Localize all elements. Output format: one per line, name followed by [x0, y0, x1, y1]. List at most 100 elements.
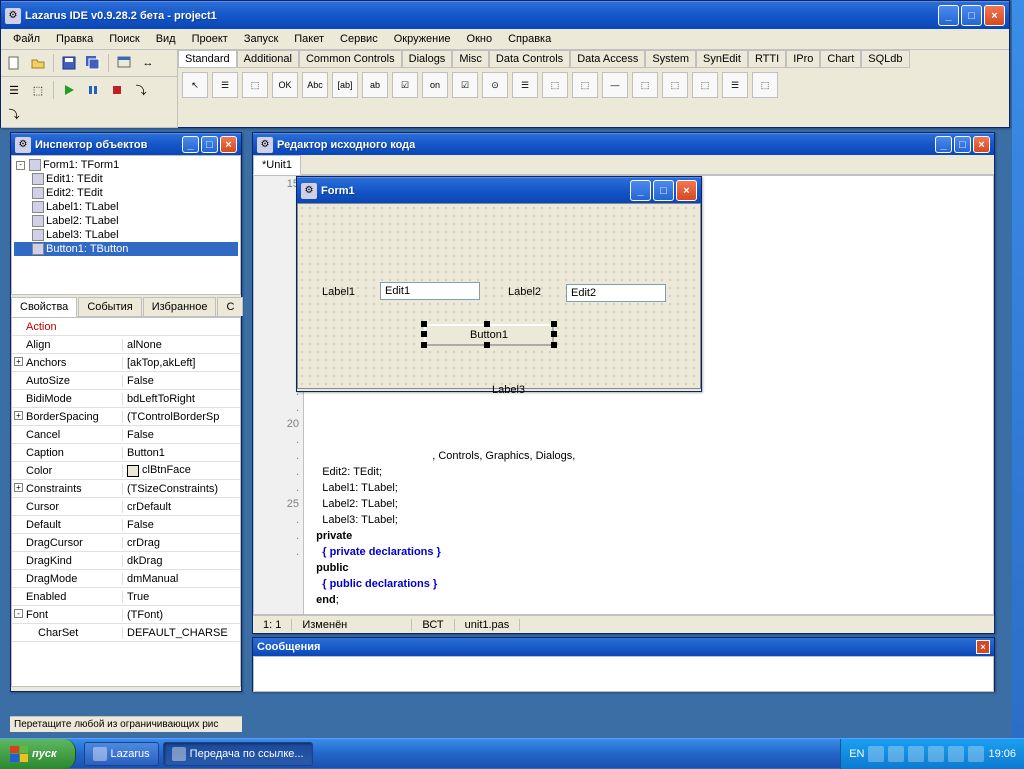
messages-list[interactable]	[253, 656, 994, 692]
design-edit1[interactable]: Edit1	[380, 282, 480, 300]
component-button[interactable]: ⊙	[482, 72, 508, 98]
component-button[interactable]: ☑	[392, 72, 418, 98]
selection-handle[interactable]	[551, 342, 557, 348]
menu-справка[interactable]: Справка	[500, 31, 559, 47]
property-row[interactable]: +Anchors[akTop,akLeft]	[12, 354, 240, 372]
property-row[interactable]: DragKinddkDrag	[12, 552, 240, 570]
editor-minimize-button[interactable]: _	[935, 136, 952, 153]
inspector-maximize-button[interactable]: □	[201, 136, 218, 153]
save-button[interactable]	[58, 52, 80, 74]
component-button[interactable]: ☰	[722, 72, 748, 98]
selection-handle[interactable]	[421, 321, 427, 327]
inspector-titlebar[interactable]: ⚙ Инспектор объектов _ □ ×	[11, 133, 241, 155]
editor-maximize-button[interactable]: □	[954, 136, 971, 153]
new-form-button[interactable]	[113, 52, 135, 74]
palette-tab[interactable]: Misc	[452, 50, 489, 68]
component-button[interactable]: ☑	[452, 72, 478, 98]
system-tray[interactable]: EN 19:06	[840, 739, 1024, 769]
component-button[interactable]: ⬚	[632, 72, 658, 98]
form-maximize-button[interactable]: □	[653, 180, 674, 201]
view-forms-button[interactable]: ⬚	[27, 79, 49, 101]
menu-запуск[interactable]: Запуск	[236, 31, 286, 47]
language-indicator[interactable]: EN	[849, 748, 864, 760]
component-button[interactable]: OK	[272, 72, 298, 98]
editor-close-button[interactable]: ×	[973, 136, 990, 153]
palette-tab[interactable]: SQLdb	[861, 50, 909, 68]
tree-item[interactable]: Label1: TLabel	[14, 200, 238, 214]
property-row[interactable]: BidiModebdLeftToRight	[12, 390, 240, 408]
property-row[interactable]: +Constraints(TSizeConstraints)	[12, 480, 240, 498]
editor-titlebar[interactable]: ⚙ Редактор исходного кода _ □ ×	[253, 133, 994, 155]
selection-handle[interactable]	[551, 321, 557, 327]
tree-item[interactable]: -Form1: TForm1	[14, 158, 238, 172]
maximize-button[interactable]: □	[961, 5, 982, 26]
inspector-tab[interactable]: С	[217, 297, 243, 316]
palette-tab[interactable]: IPro	[786, 50, 820, 68]
start-button[interactable]: пуск	[0, 739, 76, 769]
tree-item[interactable]: Label2: TLabel	[14, 214, 238, 228]
form-design-surface[interactable]: Label1 Edit1 Label2 Edit2 Button1 Label3	[297, 203, 701, 389]
inspector-minimize-button[interactable]: _	[182, 136, 199, 153]
component-button[interactable]: ☰	[212, 72, 238, 98]
tree-item[interactable]: Button1: TButton	[14, 242, 238, 256]
view-units-button[interactable]: ☰	[3, 79, 25, 101]
palette-tab[interactable]: Data Controls	[489, 50, 570, 68]
pause-button[interactable]	[82, 79, 104, 101]
form-titlebar[interactable]: ⚙ Form1 _ □ ×	[297, 177, 701, 203]
menu-проект[interactable]: Проект	[184, 31, 236, 47]
run-button[interactable]	[58, 79, 80, 101]
palette-tab[interactable]: Data Access	[570, 50, 645, 68]
component-button[interactable]: ⬚	[662, 72, 688, 98]
selection-handle[interactable]	[484, 342, 490, 348]
inspector-close-button[interactable]: ×	[220, 136, 237, 153]
property-row[interactable]: CaptionButton1	[12, 444, 240, 462]
property-row[interactable]: -Font(TFont)	[12, 606, 240, 624]
component-button[interactable]: ab	[362, 72, 388, 98]
design-label1[interactable]: Label1	[322, 286, 355, 298]
inspector-tab[interactable]: События	[78, 297, 141, 316]
close-button[interactable]: ×	[984, 5, 1005, 26]
property-row[interactable]: CancelFalse	[12, 426, 240, 444]
open-button[interactable]	[27, 52, 49, 74]
object-tree[interactable]: -Form1: TForm1Edit1: TEditEdit2: TEditLa…	[11, 155, 241, 295]
property-row[interactable]: DragModedmManual	[12, 570, 240, 588]
palette-tab[interactable]: Common Controls	[299, 50, 402, 68]
palette-tab[interactable]: SynEdit	[696, 50, 748, 68]
selection-handle[interactable]	[484, 321, 490, 327]
component-button[interactable]: on	[422, 72, 448, 98]
save-all-button[interactable]	[82, 52, 104, 74]
menu-поиск[interactable]: Поиск	[101, 31, 147, 47]
menu-правка[interactable]: Правка	[48, 31, 101, 47]
palette-tab[interactable]: Dialogs	[402, 50, 453, 68]
property-row[interactable]: DefaultFalse	[12, 516, 240, 534]
taskbar-button[interactable]: Передача по ссылке...	[163, 742, 313, 766]
property-row[interactable]: CursorcrDefault	[12, 498, 240, 516]
component-button[interactable]: ↖	[182, 72, 208, 98]
component-button[interactable]: ⬚	[752, 72, 778, 98]
property-row[interactable]: AutoSizeFalse	[12, 372, 240, 390]
minimize-button[interactable]: _	[938, 5, 959, 26]
form-close-button[interactable]: ×	[676, 180, 697, 201]
form-minimize-button[interactable]: _	[630, 180, 651, 201]
component-button[interactable]: ⬚	[542, 72, 568, 98]
tray-icon[interactable]	[928, 746, 944, 762]
component-button[interactable]: [ab]	[332, 72, 358, 98]
tray-icon[interactable]	[948, 746, 964, 762]
component-button[interactable]: ☰	[512, 72, 538, 98]
design-edit2[interactable]: Edit2	[566, 284, 666, 302]
selection-handle[interactable]	[421, 331, 427, 337]
property-row[interactable]: CharSetDEFAULT_CHARSE	[12, 624, 240, 642]
component-button[interactable]: ⬚	[572, 72, 598, 98]
stop-button[interactable]	[106, 79, 128, 101]
tray-icon[interactable]	[868, 746, 884, 762]
menu-окно[interactable]: Окно	[459, 31, 501, 47]
tree-item[interactable]: Edit1: TEdit	[14, 172, 238, 186]
menu-окружение[interactable]: Окружение	[386, 31, 459, 47]
inspector-tab[interactable]: Свойства	[11, 297, 77, 317]
property-grid[interactable]: ActionAlignalNone+Anchors[akTop,akLeft]A…	[11, 317, 241, 687]
component-button[interactable]: ⬚	[242, 72, 268, 98]
property-row[interactable]: EnabledTrue	[12, 588, 240, 606]
clock[interactable]: 19:06	[988, 748, 1016, 760]
new-unit-button[interactable]	[3, 52, 25, 74]
menu-вид[interactable]: Вид	[148, 31, 184, 47]
